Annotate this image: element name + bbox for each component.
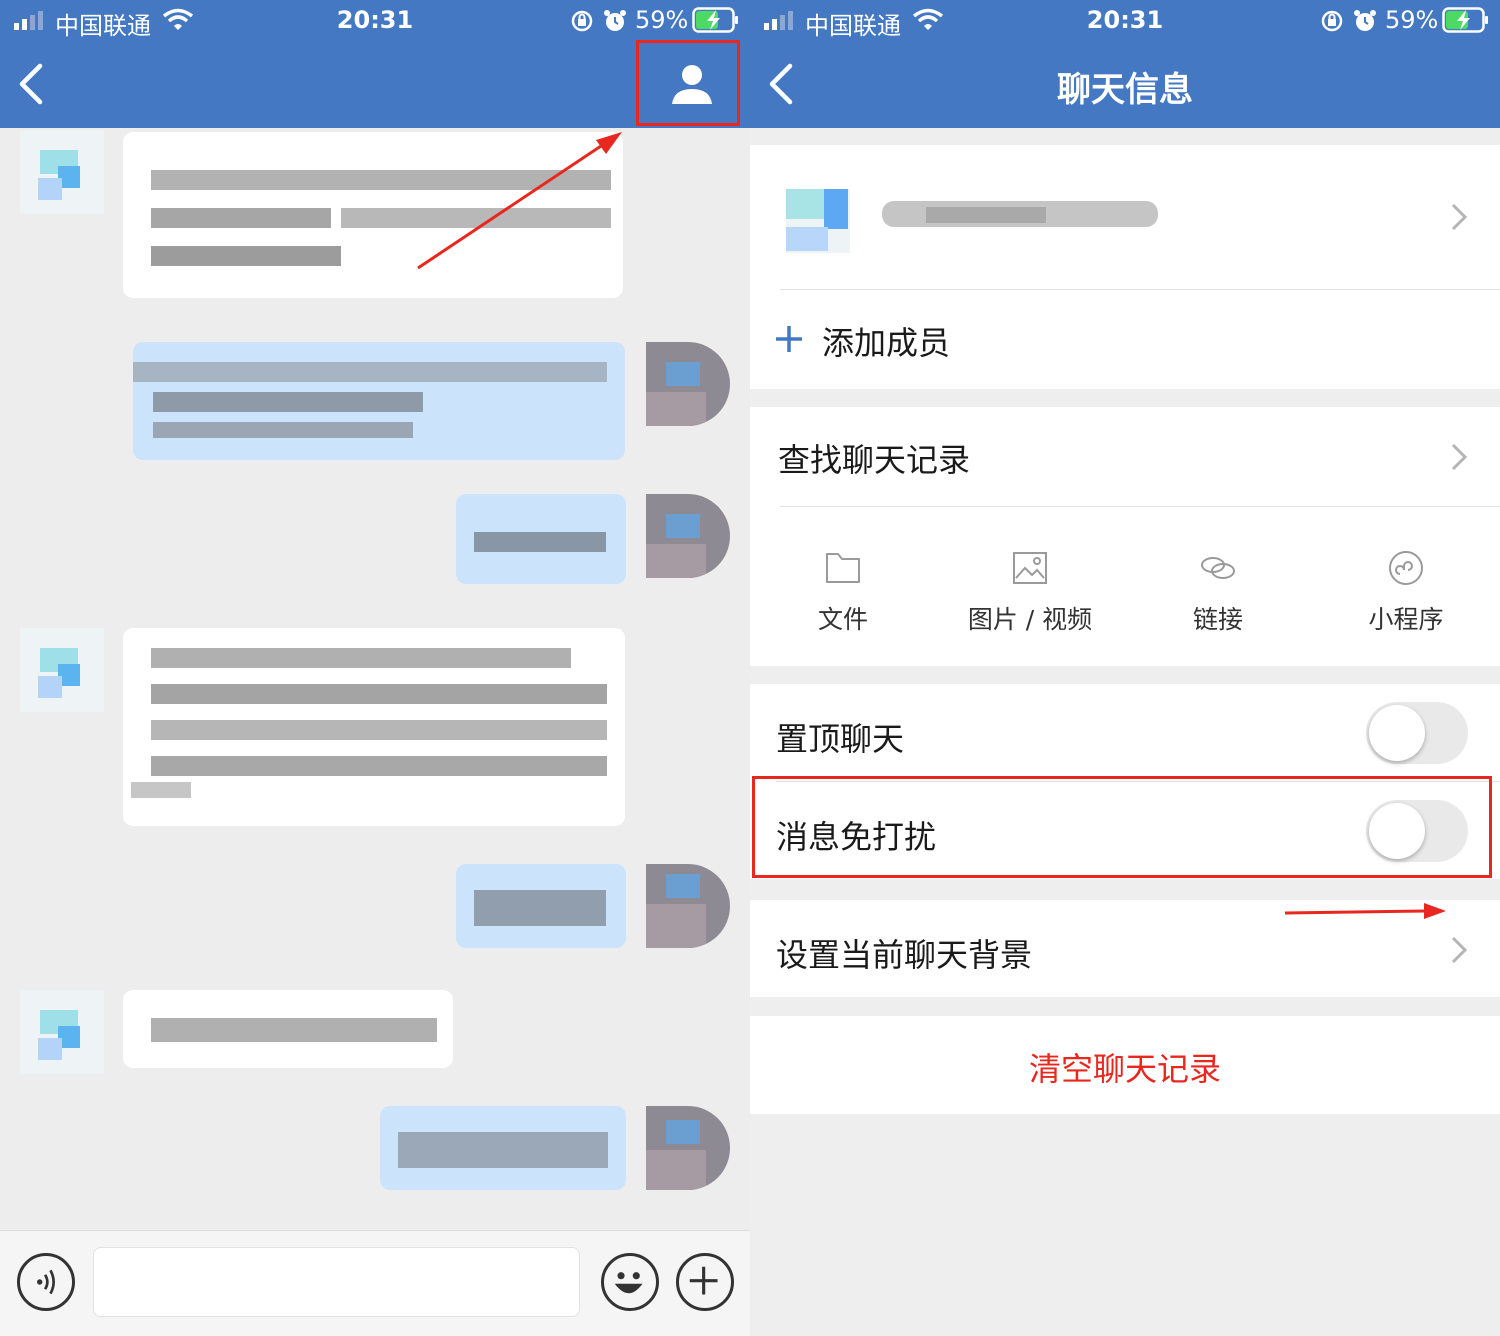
mini-program-icon [1389, 551, 1423, 585]
chevron-right-icon [1451, 443, 1467, 471]
avatar[interactable] [646, 1106, 730, 1190]
avatar[interactable] [646, 342, 730, 426]
plus-icon [776, 326, 802, 352]
avatar[interactable] [20, 990, 104, 1074]
clear-history-card: 清空聊天记录 [750, 1016, 1500, 1114]
chat-screen: 中国联通 20:31 59% [0, 0, 750, 1336]
battery-charging-icon [1442, 7, 1488, 33]
set-background-label: 设置当前聊天背景 [776, 936, 1033, 974]
image-icon [1013, 552, 1047, 584]
link-icon [1201, 557, 1235, 579]
avatar[interactable] [786, 189, 850, 253]
set-background-row[interactable]: 设置当前聊天背景 [750, 900, 1500, 997]
annotation-box-mute [752, 776, 1492, 878]
annotation-box-person [636, 40, 740, 126]
media-tool[interactable]: 图片 / 视频 [940, 548, 1120, 636]
message-bubble[interactable] [123, 132, 623, 298]
chat-info-header: 中国联通 20:31 59% 聊天信息 [750, 0, 1500, 128]
alarm-icon [1354, 10, 1376, 31]
back-icon[interactable] [16, 62, 46, 106]
links-tool[interactable]: 链接 [1128, 548, 1308, 636]
message-bubble[interactable] [456, 864, 626, 948]
voice-icon[interactable] [17, 1253, 75, 1311]
avatar[interactable] [646, 864, 730, 948]
message-bubble[interactable] [133, 342, 625, 460]
page-title: 聊天信息 [1057, 70, 1193, 110]
avatar[interactable] [646, 494, 730, 578]
folder-icon [826, 553, 860, 583]
clear-history-button[interactable]: 清空聊天记录 [750, 1044, 1500, 1090]
links-tool-label: 链接 [1192, 605, 1243, 634]
message-bubble[interactable] [123, 628, 625, 826]
chat-title-blurred [208, 54, 534, 104]
orientation-lock-icon [1321, 10, 1343, 32]
status-bar: 中国联通 20:31 59% [0, 0, 750, 42]
battery-charging-icon [692, 7, 738, 33]
battery-percent: 59% [1385, 6, 1439, 34]
message-bubble[interactable] [380, 1106, 626, 1190]
members-card: 添加成员 [750, 145, 1500, 389]
chevron-right-icon [1451, 203, 1467, 231]
files-tool[interactable]: 文件 [753, 548, 933, 636]
pin-chat-label: 置顶聊天 [776, 720, 905, 758]
pin-chat-toggle[interactable] [1366, 702, 1468, 764]
mini-programs-tool-label: 小程序 [1368, 605, 1444, 634]
emoji-icon[interactable] [601, 1253, 659, 1311]
chat-info-screen: 中国联通 20:31 59% 聊天信息 添加成员 查找聊天记录 文件 图片 / … [750, 0, 1500, 1336]
chevron-right-icon [1451, 936, 1467, 964]
message-input[interactable] [93, 1247, 580, 1317]
files-tool-label: 文件 [817, 605, 868, 634]
add-member-button[interactable]: 添加成员 [750, 290, 1500, 389]
member-name-blurred-detail [926, 207, 1046, 223]
member-row[interactable] [750, 145, 1500, 289]
divider [780, 506, 1500, 507]
plus-icon[interactable] [676, 1253, 734, 1311]
mini-programs-tool[interactable]: 小程序 [1316, 548, 1496, 636]
add-member-label: 添加成员 [822, 324, 951, 362]
battery-percent: 59% [635, 6, 689, 34]
search-history-row[interactable]: 查找聊天记录 [750, 407, 1500, 506]
alarm-icon [604, 10, 626, 31]
avatar[interactable] [20, 130, 104, 214]
search-history-label: 查找聊天记录 [778, 441, 971, 479]
status-bar: 中国联通 20:31 59% [750, 0, 1500, 42]
message-bubble[interactable] [123, 990, 453, 1068]
chat-input-bar [0, 1230, 750, 1336]
media-tool-label: 图片 / 视频 [967, 605, 1093, 634]
avatar[interactable] [20, 628, 104, 712]
message-bubble[interactable] [456, 494, 626, 584]
orientation-lock-icon [571, 10, 593, 32]
background-card: 设置当前聊天背景 [750, 900, 1500, 997]
